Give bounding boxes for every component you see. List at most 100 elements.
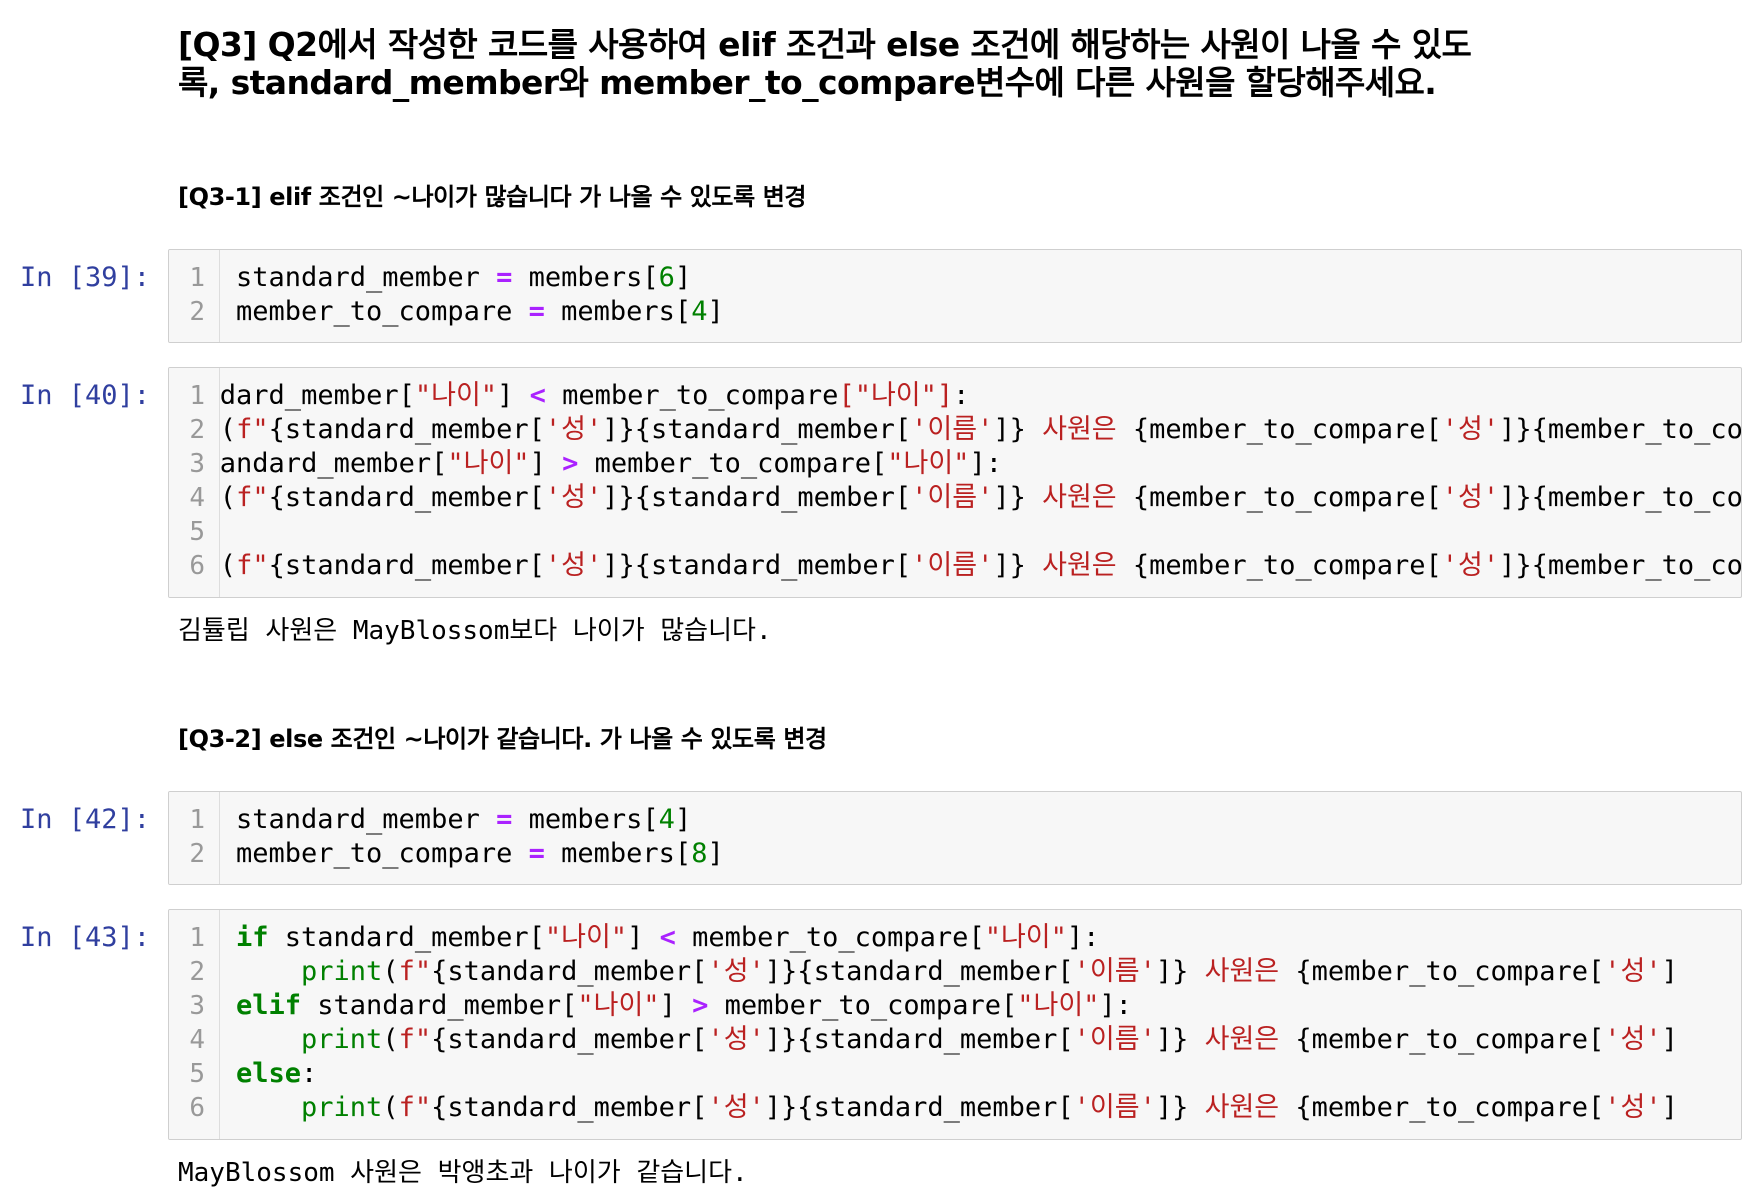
code-line: else: <box>220 515 1741 549</box>
code-token: '성' <box>1441 482 1500 513</box>
code-token: 사원은 <box>1188 1092 1296 1123</box>
q3-1-heading: [Q3-1] elif 조건인 ~나이가 많습니다 가 나올 수 있도록 변경 <box>178 183 807 211</box>
line-number: 1 <box>189 381 205 411</box>
code-cell-42[interactable]: 12 standard_member = members[4] member_to… <box>168 791 1742 885</box>
code-token: '성' <box>707 956 765 987</box>
code-token: {standard_member[ <box>431 956 708 987</box>
code-token: ] <box>529 448 563 479</box>
code-token: {standard_member[ <box>268 550 545 581</box>
code-token: print <box>301 1092 383 1123</box>
line-number: 2 <box>189 839 205 869</box>
code-token: {member_to_compare[ <box>1132 414 1442 445</box>
code-token: '이름' <box>1073 956 1156 987</box>
code-token: members[ <box>544 838 692 869</box>
code-token: ( <box>220 550 237 581</box>
code-line: standard_member = members[4] <box>220 803 1741 837</box>
code-token: ]} <box>1155 1092 1189 1123</box>
line-number: 6 <box>189 1093 205 1123</box>
code-line: print(f"{standard_member['성']}{standard_… <box>220 413 1741 447</box>
code-token: f" <box>236 414 269 445</box>
line-number: 3 <box>189 991 205 1021</box>
code-line: if standard_member["나이"] < member_to_com… <box>220 921 1741 955</box>
code-token: 사원은 <box>1025 414 1133 445</box>
cell-40-output: 김튤립 사원은 MayBlossom보다 나이가 많습니다. <box>178 616 772 646</box>
code-token: ]} <box>1155 956 1189 987</box>
line-number: 2 <box>189 415 205 445</box>
code-token: members[ <box>544 296 692 327</box>
line-number: 2 <box>189 957 205 987</box>
code-cell-39[interactable]: 12 standard_member = members[6] member_to… <box>168 249 1742 343</box>
code-token: ]}{standard_member[ <box>602 550 912 581</box>
code-editor[interactable]: if standard_member["나이"] < member_to_com… <box>220 910 1741 1139</box>
line-number-gutter: 12 <box>169 792 220 884</box>
code-cell-40[interactable]: 123456 if standard_member["나이"] < member… <box>168 367 1742 598</box>
code-token: {member_to_compare[ <box>1132 550 1442 581</box>
code-token: {standard_member[ <box>431 1092 708 1123</box>
code-token: : <box>953 380 970 411</box>
code-editor[interactable]: standard_member = members[6] member_to_co… <box>220 250 1741 342</box>
code-token: {member_to_compare[ <box>1295 956 1605 987</box>
code-token: '이름' <box>911 550 994 581</box>
code-token: print <box>301 1024 383 1055</box>
code-token: {standard_member[ <box>268 414 545 445</box>
code-line: print(f"{standard_member['성']}{standard_… <box>220 481 1741 515</box>
code-cell-43[interactable]: 123456 if standard_member["나이"] < member… <box>168 909 1742 1140</box>
line-number: 5 <box>189 1059 205 1089</box>
code-token: = <box>496 804 513 835</box>
code-token: 8 <box>691 838 708 869</box>
code-token: standard_member <box>236 262 497 293</box>
code-token: '성' <box>707 1024 765 1055</box>
line-number: 6 <box>189 551 205 581</box>
code-token: member_to_compa <box>578 448 839 479</box>
cell-39-prompt: In [39]: <box>20 262 151 293</box>
code-token: print <box>301 956 383 987</box>
line-number: 1 <box>189 805 205 835</box>
code-token: ] <box>1661 1092 1678 1123</box>
code-editor[interactable]: if standard_member["나이"] < member_to_com… <box>220 368 1741 597</box>
code-line: member_to_compare = members[4] <box>220 295 1741 329</box>
code-token: ( <box>382 956 399 987</box>
code-token: f" <box>398 956 432 987</box>
code-token: '성' <box>1604 956 1662 987</box>
code-token: member_to_compare[ <box>675 922 985 953</box>
code-token: ( <box>382 1024 399 1055</box>
q3-heading-line1: [Q3] Q2에서 작성한 코드를 사용하여 elif 조건과 else 조건에… <box>178 25 1472 64</box>
code-token: standard_member[ <box>268 922 545 953</box>
code-token: "나이" <box>447 448 530 479</box>
code-editor[interactable]: standard_member = members[4] member_to_co… <box>220 792 1741 884</box>
code-token: ]}{member_to_compare[ <box>1499 482 1741 513</box>
code-token: ( <box>220 482 237 513</box>
code-token: ]} <box>993 550 1026 581</box>
code-token: standard_member <box>236 804 497 835</box>
line-number: 1 <box>189 923 205 953</box>
q3-heading: [Q3] Q2에서 작성한 코드를 사용하여 elif 조건과 else 조건에… <box>178 26 1718 102</box>
code-token: > <box>692 990 709 1021</box>
code-token: member_to_compare[ <box>708 990 1018 1021</box>
code-token: ]: <box>969 448 1002 479</box>
code-token: '이름' <box>911 482 994 513</box>
code-token: ]}{standard_member[ <box>764 956 1074 987</box>
code-token: ]}{standard_member[ <box>602 414 912 445</box>
code-token: '성' <box>544 482 603 513</box>
code-token: ]}{standard_member[ <box>602 482 912 513</box>
code-line: print(f"{standard_member['성']}{standard_… <box>220 955 1741 989</box>
line-number-gutter: 1 2 3 4 5 6 <box>169 368 220 597</box>
code-token: elif standard_member[ <box>220 448 448 479</box>
cell-40-prompt: In [40]: <box>20 380 151 411</box>
line-number: 2 <box>189 297 205 327</box>
code-line: standard_member = members[6] <box>220 261 1741 295</box>
line-number: 5 <box>189 517 205 547</box>
code-token: elif <box>236 990 302 1021</box>
code-token: < <box>529 380 546 411</box>
code-token: {member_to_compare[ <box>1295 1092 1605 1123</box>
code-token: ] <box>497 380 530 411</box>
code-token: {standard_member[ <box>431 1024 708 1055</box>
code-token: '성' <box>1604 1092 1662 1123</box>
code-token: member_to_compare <box>236 838 529 869</box>
code-token: ]} <box>993 482 1026 513</box>
code-token: '이름' <box>911 414 994 445</box>
code-token: "나이" <box>544 922 628 953</box>
code-token: members[ <box>512 804 659 835</box>
code-token: f" <box>236 482 269 513</box>
